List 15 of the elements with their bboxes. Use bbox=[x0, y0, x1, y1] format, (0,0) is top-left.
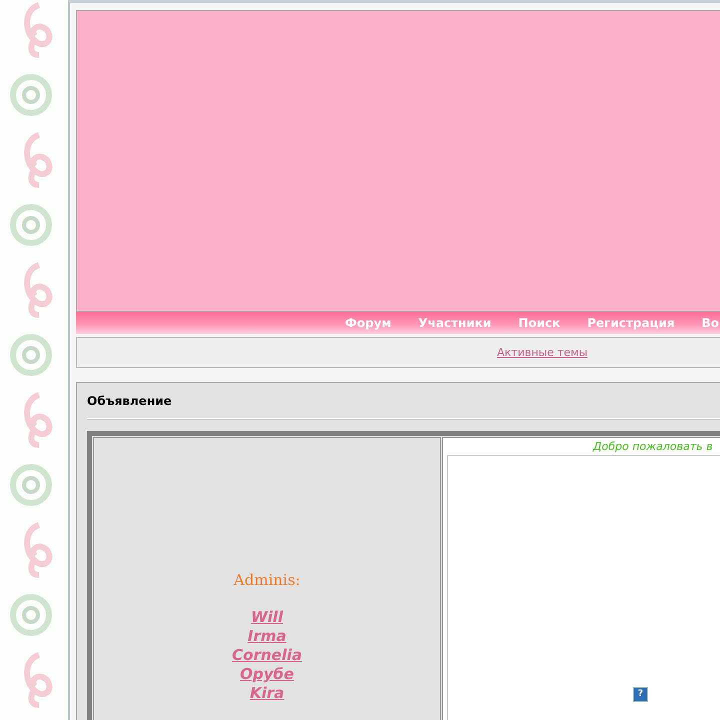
nav-link[interactable]: Поиск bbox=[518, 316, 560, 330]
admin-link[interactable]: Орубе bbox=[240, 665, 294, 684]
nav-link[interactable]: Во bbox=[702, 316, 720, 330]
active-topics-link[interactable]: Активные темы bbox=[497, 346, 588, 359]
nav-link[interactable]: Форум bbox=[345, 316, 392, 330]
admin-link[interactable]: Irma bbox=[248, 627, 286, 646]
admin-link[interactable]: Will bbox=[251, 608, 283, 627]
panel-title: Объявление bbox=[87, 383, 720, 419]
admin-link[interactable]: Cornelia bbox=[232, 646, 302, 665]
admins-label: Adminis: bbox=[234, 571, 300, 589]
nav-link[interactable]: Участники bbox=[418, 316, 492, 330]
admin-link[interactable]: Kira bbox=[250, 684, 284, 703]
help-icon: ? bbox=[633, 687, 648, 702]
welcome-text: Добро пожаловать в bbox=[592, 440, 714, 453]
nav-link[interactable]: Регистрация bbox=[587, 316, 675, 330]
